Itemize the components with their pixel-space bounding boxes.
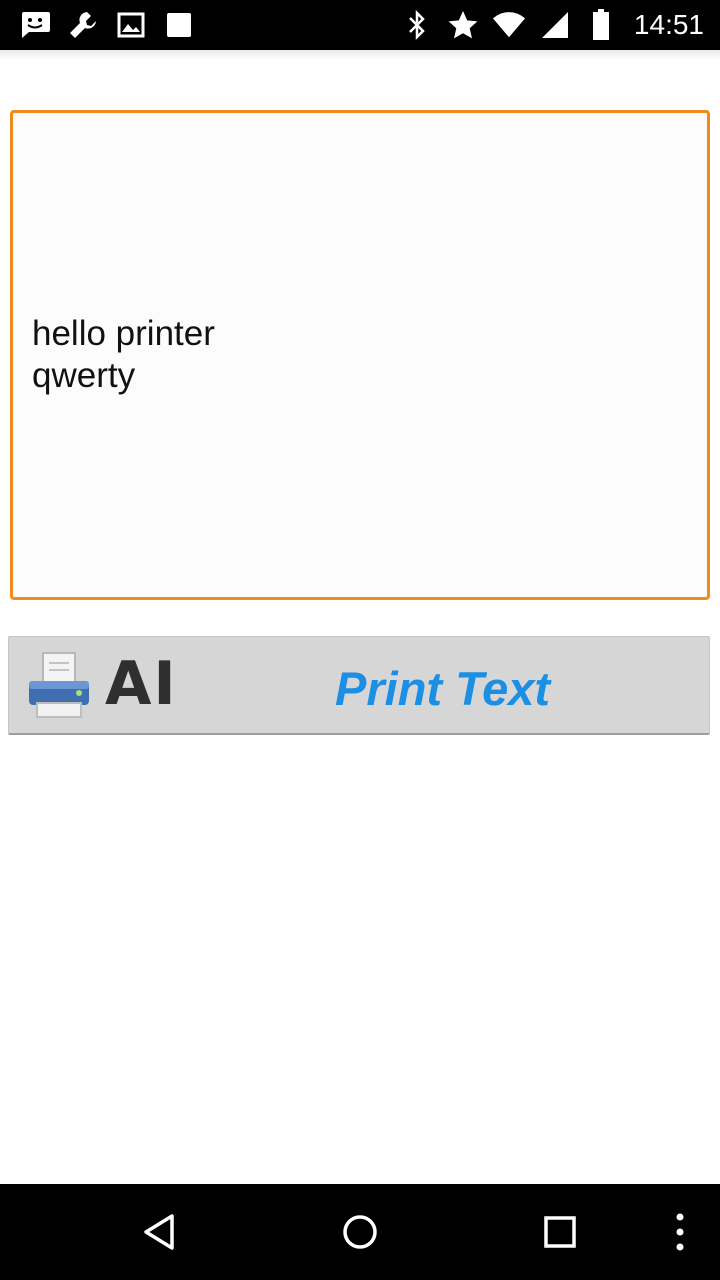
bluetooth-icon <box>400 8 434 42</box>
clock: 14:51 <box>633 9 704 40</box>
more-icon[interactable] <box>656 1208 704 1256</box>
notification-icons <box>18 8 210 42</box>
battery-icon <box>584 8 618 42</box>
text-line: qwerty <box>32 356 136 395</box>
printer-icon <box>27 651 93 721</box>
ai-logo-text: AI <box>105 649 178 719</box>
system-icons: 14:51 <box>396 8 704 42</box>
print-button-label: Print Text <box>335 662 551 715</box>
wifi-icon <box>492 8 526 42</box>
navigation-bar <box>0 1184 720 1280</box>
wrench-icon <box>66 8 100 42</box>
text-line: hello printer <box>32 314 215 353</box>
image-icon <box>114 8 148 42</box>
back-icon[interactable] <box>136 1208 184 1256</box>
toolbar-shadow <box>0 50 720 60</box>
text-content: hello printer qwerty <box>32 313 215 397</box>
print-text-button[interactable]: AI Print Text <box>8 636 710 735</box>
status-bar: 14:51 <box>0 0 720 50</box>
home-icon[interactable] <box>336 1208 384 1256</box>
print-text-input[interactable]: hello printer qwerty <box>10 110 710 600</box>
signal-icon <box>538 8 572 42</box>
square-icon <box>162 8 196 42</box>
recents-icon[interactable] <box>536 1208 584 1256</box>
messaging-icon <box>18 8 52 42</box>
star-icon <box>446 8 480 42</box>
